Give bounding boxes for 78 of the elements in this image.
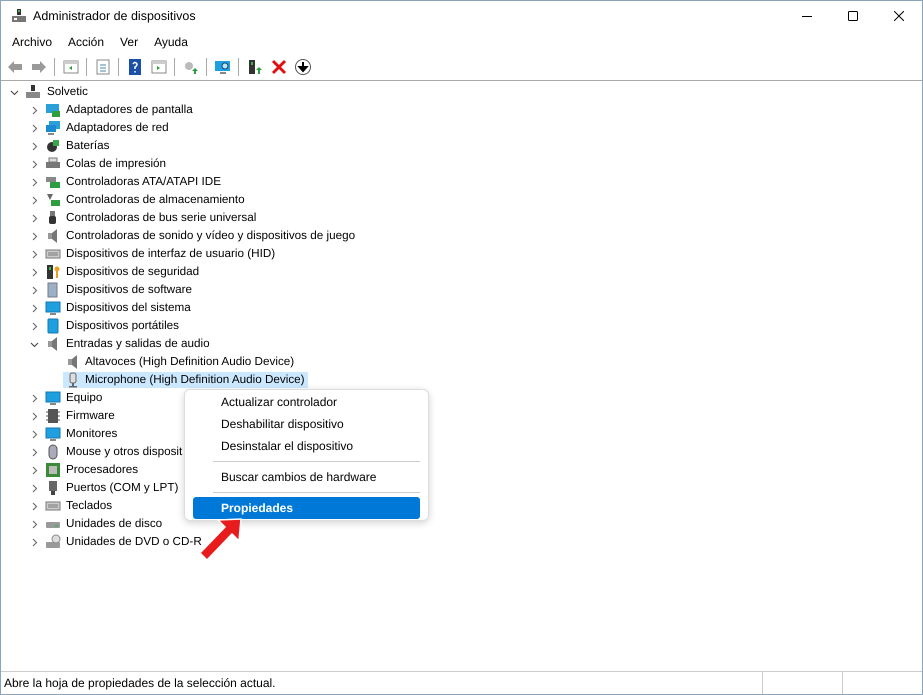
menu-item[interactable]: Ver [112, 32, 146, 52]
chevron-right-icon[interactable] [30, 520, 39, 528]
tree-item[interactable]: Monitores [66, 425, 118, 443]
maximize-icon[interactable] [848, 11, 858, 21]
tree-item[interactable]: Controladoras de almacenamiento [66, 191, 245, 209]
chevron-right-icon[interactable] [30, 124, 39, 132]
chevron-right-icon[interactable] [30, 502, 39, 510]
tree-item[interactable]: Colas de impresión [66, 155, 166, 173]
controller-card-icon [45, 174, 61, 190]
tree-item[interactable]: Procesadores [66, 461, 138, 479]
chip-icon [45, 408, 61, 424]
menu-item[interactable]: Acción [60, 32, 112, 52]
tree-item[interactable]: Firmware [66, 407, 115, 425]
tree-item[interactable]: Baterías [66, 137, 110, 155]
computer-icon [25, 84, 41, 100]
chevron-right-icon[interactable] [30, 214, 39, 222]
tree-item[interactable]: Solvetic [47, 83, 88, 101]
display-adapter-icon [45, 102, 61, 118]
menu-item[interactable]: Deshabilitar dispositivo [193, 413, 420, 435]
menu-item[interactable]: Actualizar controlador [193, 391, 420, 413]
menu-item[interactable]: Desinstalar el dispositivo [193, 435, 420, 457]
chevron-down-icon[interactable] [30, 340, 39, 348]
menu-item[interactable]: Ayuda [146, 32, 196, 52]
chevron-right-icon[interactable] [30, 430, 39, 438]
tree-item[interactable]: Dispositivos de interfaz de usuario (HID) [66, 245, 276, 263]
optical-drive-icon [45, 534, 61, 550]
network-icon [45, 120, 61, 136]
tree-item[interactable]: Puertos (COM y LPT) [66, 479, 178, 497]
menu-item[interactable]: Buscar cambios de hardware [193, 466, 420, 488]
battery-icon [45, 138, 61, 154]
storage-controller-icon [45, 192, 61, 208]
chevron-right-icon[interactable] [30, 448, 39, 456]
device-manager-icon [11, 8, 27, 24]
tree-item[interactable]: Controladoras de bus serie universal [66, 209, 256, 227]
security-device-icon [45, 264, 61, 280]
chevron-down-icon[interactable] [10, 88, 19, 96]
window-title: Administrador de dispositivos [33, 8, 196, 25]
tree-item[interactable]: Controladoras ATA/ATAPI IDE [66, 173, 222, 191]
menu-item[interactable]: Propiedades [193, 497, 420, 519]
tree-item[interactable]: Dispositivos portátiles [66, 317, 180, 335]
chevron-right-icon[interactable] [30, 232, 39, 240]
tree-item[interactable]: Teclados [66, 497, 112, 515]
tablet-icon [45, 318, 61, 334]
tree-item[interactable]: Dispositivos de seguridad [66, 263, 200, 281]
chevron-right-icon[interactable] [30, 178, 39, 186]
chevron-right-icon[interactable] [30, 106, 39, 114]
chevron-right-icon[interactable] [30, 160, 39, 168]
tree-item[interactable]: Entradas y salidas de audio [66, 335, 210, 353]
processor-icon [45, 462, 61, 478]
chevron-right-icon[interactable] [30, 412, 39, 420]
tree-item[interactable]: Dispositivos de software [66, 281, 192, 299]
chevron-right-icon[interactable] [30, 286, 39, 294]
tree-item[interactable]: Adaptadores de pantalla [66, 101, 193, 119]
monitor-icon [45, 426, 61, 442]
menu-item[interactable]: Archivo [4, 32, 60, 52]
tree-item[interactable]: Equipo [66, 389, 102, 407]
tree-item[interactable]: Dispositivos del sistema [66, 299, 191, 317]
tree-item[interactable]: Mouse y otros disposit [66, 443, 182, 461]
chevron-right-icon[interactable] [30, 394, 39, 402]
chevron-right-icon[interactable] [30, 196, 39, 204]
monitor-icon [45, 300, 61, 316]
tree-item[interactable]: Unidades de DVD o CD-R [66, 533, 202, 551]
close-icon[interactable] [894, 11, 904, 21]
chevron-right-icon[interactable] [30, 304, 39, 312]
tree-item[interactable]: Unidades de disco [66, 515, 162, 533]
chevron-right-icon[interactable] [30, 538, 39, 546]
chevron-right-icon[interactable] [30, 322, 39, 330]
chevron-right-icon[interactable] [30, 466, 39, 474]
tree-item[interactable]: Adaptadores de red [66, 119, 169, 137]
tree-item[interactable]: Microphone (High Definition Audio Device) [63, 372, 308, 388]
monitor-icon [45, 390, 61, 406]
chevron-right-icon[interactable] [30, 250, 39, 258]
chevron-right-icon[interactable] [30, 484, 39, 492]
tree-item[interactable]: Controladoras de sonido y vídeo y dispositivos de juego [66, 227, 356, 245]
chevron-right-icon[interactable] [30, 268, 39, 276]
chevron-right-icon[interactable] [30, 142, 39, 150]
status-text: Abre la hoja de propiedades de la selección actual. [3, 675, 277, 692]
tree-item[interactable]: Altavoces (High Definition Audio Device) [63, 354, 298, 370]
